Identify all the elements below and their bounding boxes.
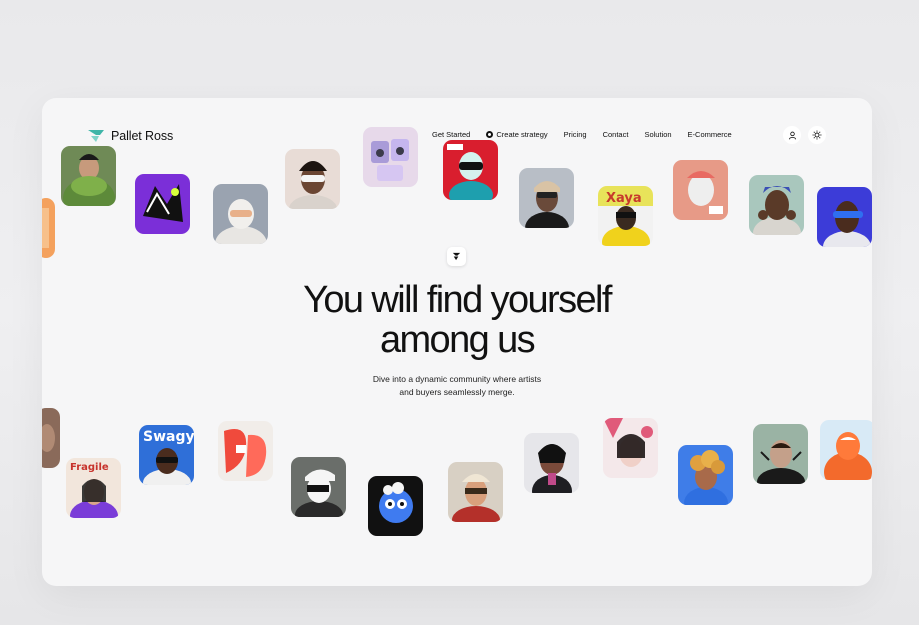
- avatar-tile[interactable]: [524, 433, 579, 493]
- avatar-tile[interactable]: [817, 187, 872, 247]
- nav-pricing[interactable]: Pricing: [564, 130, 587, 139]
- brand-name: Pallet Ross: [111, 129, 174, 143]
- theme-toggle-button[interactable]: [808, 126, 826, 144]
- avatar-tile[interactable]: [519, 168, 574, 228]
- brand-badge: [447, 247, 466, 266]
- nav-ecommerce[interactable]: E-Commerce: [688, 130, 732, 139]
- avatar-tile[interactable]: [443, 140, 498, 200]
- nav-create-strategy[interactable]: Create strategy: [486, 130, 548, 139]
- strategy-dot-icon: [486, 131, 494, 138]
- hero-subtext-line2: and buyers seamlessly merge.: [399, 387, 515, 397]
- nav-create-strategy-label: Create strategy: [496, 130, 548, 139]
- avatar-tile[interactable]: [285, 149, 340, 209]
- avatar-tile[interactable]: [213, 184, 268, 244]
- brand-mark-icon: [452, 252, 461, 261]
- user-icon: [788, 131, 796, 139]
- main-nav: Get Started Create strategy Pricing Cont…: [432, 130, 748, 139]
- nav-solution[interactable]: Solution: [644, 130, 671, 139]
- avatar-tile[interactable]: [749, 175, 804, 235]
- nav-contact[interactable]: Contact: [603, 130, 629, 139]
- avatar-tile[interactable]: Fragile: [66, 458, 121, 518]
- nav-get-started[interactable]: Get Started: [432, 130, 470, 139]
- hero-subtext-line1: Dive into a dynamic community where arti…: [372, 374, 542, 384]
- hero-headline-line2: among us: [379, 319, 536, 361]
- hero-headline: You will find yourself among us: [42, 280, 872, 360]
- hero-section: Pallet Ross Get Started Create strategy …: [42, 98, 872, 586]
- avatar-tile[interactable]: [42, 408, 60, 468]
- avatar-tile[interactable]: [678, 445, 733, 505]
- avatar-tile[interactable]: [135, 174, 190, 234]
- avatar-tile[interactable]: [218, 421, 273, 481]
- avatar-tile[interactable]: Swagy: [139, 425, 194, 485]
- avatar-tile[interactable]: [820, 420, 872, 480]
- avatar-tile[interactable]: [363, 127, 418, 187]
- avatar-tile[interactable]: [448, 462, 503, 522]
- avatar-tile[interactable]: [61, 146, 116, 206]
- brand-logo[interactable]: Pallet Ross: [87, 128, 173, 144]
- hero-headline-line1: You will find yourself: [303, 279, 612, 321]
- avatar-tile[interactable]: [673, 160, 728, 220]
- hero-subtext: Dive into a dynamic community where arti…: [42, 373, 872, 399]
- avatar-tile[interactable]: [291, 457, 346, 517]
- avatar-tile[interactable]: [603, 418, 658, 478]
- brand-logo-icon: [88, 130, 104, 142]
- tile-text: Fragile: [70, 462, 109, 473]
- avatar-tile[interactable]: [368, 476, 423, 536]
- tile-text: Swagy: [143, 429, 194, 445]
- tile-text: Xaya: [606, 191, 642, 206]
- avatar-tile[interactable]: [753, 424, 808, 484]
- sun-icon: [812, 130, 822, 140]
- avatar-tile[interactable]: Xaya: [598, 186, 653, 246]
- avatar-tile[interactable]: [42, 198, 55, 258]
- account-button[interactable]: [783, 126, 801, 144]
